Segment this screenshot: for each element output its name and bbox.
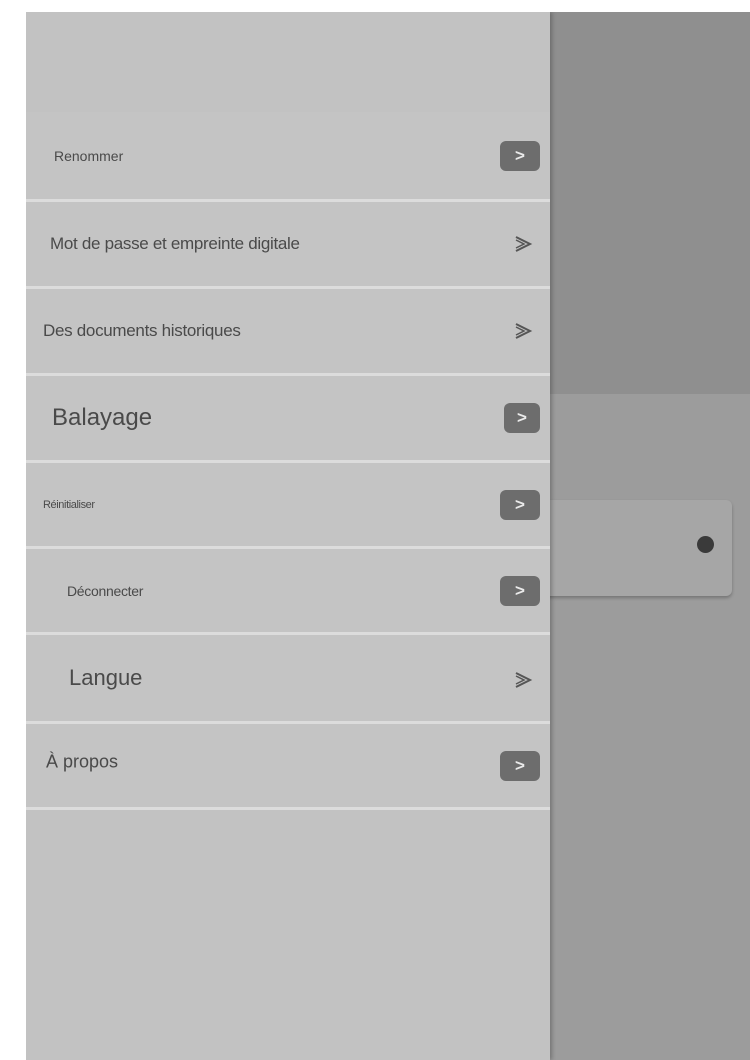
menu-item-label: Mot de passe et empreinte digitale (50, 234, 300, 253)
menu-item-history-documents[interactable]: Des documents historiques (26, 289, 550, 376)
menu-item-label: Déconnecter (67, 582, 144, 599)
menu-item-label: Balayage (52, 404, 153, 431)
menu-item-rename[interactable]: Renommer > (26, 112, 550, 202)
menu-item-label: Réinitialiser (43, 498, 95, 511)
menu-item-about[interactable]: À propos > (26, 724, 550, 810)
chevron-right-icon[interactable]: > (500, 140, 540, 171)
status-dot-icon (697, 536, 714, 553)
menu-item-scan[interactable]: Balayage > (26, 376, 550, 463)
menu-item-reset[interactable]: Réinitialiser > (26, 463, 550, 549)
menu-item-logout[interactable]: Déconnecter > (26, 549, 550, 635)
menu-item-language[interactable]: Langue (26, 635, 550, 724)
chevron-right-icon[interactable]: > (500, 489, 540, 520)
menu-item-label: Langue (69, 665, 143, 690)
chevron-right-icon[interactable] (512, 669, 534, 691)
menu-item-label: Renommer (54, 147, 124, 164)
menu-item-password-fingerprint[interactable]: Mot de passe et empreinte digitale (26, 202, 550, 289)
chevron-right-icon[interactable] (512, 233, 534, 255)
chevron-right-icon[interactable]: > (500, 575, 540, 606)
menu-item-label: Des documents historiques (43, 321, 241, 340)
app-screen: Renommer > Mot de passe et empreinte dig… (26, 12, 750, 1060)
chevron-right-icon[interactable]: > (504, 403, 540, 433)
drawer-header (26, 12, 550, 112)
menu-item-label: À propos (46, 751, 119, 772)
navigation-drawer: Renommer > Mot de passe et empreinte dig… (26, 12, 550, 1060)
chevron-right-icon[interactable] (512, 320, 534, 342)
chevron-right-icon[interactable]: > (500, 750, 540, 781)
